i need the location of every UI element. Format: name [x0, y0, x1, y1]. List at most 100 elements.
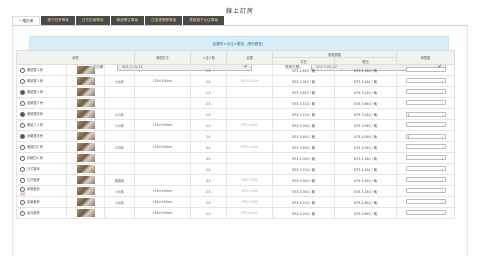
- room-name-cell[interactable]: 景緻四人房: [16, 152, 67, 164]
- table-row: 雅致三人房 2小床 120×190cm 2人 NT$ 4,800 NT$ 3,000 / …: [16, 119, 456, 131]
- qty-select[interactable]: ⌄: [405, 89, 446, 94]
- tab-student[interactable]: 暢遊學生專案: [110, 16, 145, 25]
- room-photo[interactable]: [76, 143, 95, 151]
- radio-icon[interactable]: [20, 100, 25, 106]
- qty-select[interactable]: ⌄: [405, 166, 446, 171]
- radio-icon[interactable]: [20, 155, 25, 161]
- room-photo[interactable]: [76, 99, 95, 107]
- room-photo[interactable]: [76, 88, 95, 96]
- qty-select[interactable]: 1 ⌄: [405, 133, 446, 139]
- radio-icon[interactable]: [20, 166, 25, 172]
- radio-icon[interactable]: [20, 186, 25, 192]
- radio-icon[interactable]: [20, 111, 25, 117]
- room-name-cell[interactable]: 雅致四人房: [16, 141, 67, 153]
- radio-icon[interactable]: [20, 67, 25, 73]
- qty-select[interactable]: 1 ⌄: [405, 111, 446, 117]
- qty-select[interactable]: ⌄: [405, 100, 446, 105]
- qty-cell: 1 ⌄: [396, 130, 456, 142]
- bed-size: 150×190cm: [134, 141, 192, 153]
- room-photo[interactable]: [76, 209, 95, 217]
- room-name-cell[interactable]: 雅致雙人房: [16, 75, 67, 87]
- qty-select[interactable]: ⌄: [405, 210, 446, 215]
- room-photo[interactable]: [76, 66, 95, 74]
- room-name-cell[interactable]: 日式客房: [16, 163, 67, 175]
- room-name: 蜜月套房: [27, 211, 40, 216]
- room-name-cell[interactable]: 蜜月套房: [16, 207, 67, 219]
- room-name-cell[interactable]: 日式套房: [16, 174, 67, 186]
- radio-icon[interactable]: [20, 144, 25, 150]
- qty-cell: ⌄: [396, 75, 456, 87]
- table-row: 景緻四人房 4人 NT$ 4,000 / 晚 NT$ 4,560 / 晚 ⌄: [16, 152, 456, 164]
- qty-select[interactable]: ⌄: [405, 188, 446, 193]
- qty-select[interactable]: ⌄: [405, 67, 446, 72]
- qty-value: 1: [407, 112, 410, 117]
- holiday-price: NT$ 3,160 / 晚: [334, 86, 398, 98]
- qty-cell: ⌄: [396, 207, 456, 219]
- room-name-cell[interactable]: 雅致三人房: [16, 119, 67, 131]
- tab-meal[interactable]: 住宿連開餐專案: [145, 16, 183, 25]
- radio-icon[interactable]: [20, 177, 25, 183]
- col-weekday: 平日: [272, 57, 336, 65]
- bed-type: [103, 130, 136, 142]
- room-photo[interactable]: [76, 187, 95, 195]
- bed-size: 180×190cm: [134, 207, 192, 219]
- qty-select[interactable]: ⌄: [405, 144, 446, 149]
- qty-cell: ⌄: [396, 174, 456, 186]
- radio-icon[interactable]: [20, 78, 25, 84]
- bed-size: 180×190cm: [134, 196, 192, 208]
- chevron-down-icon: ⌄: [441, 135, 444, 139]
- qty-select[interactable]: ⌄: [405, 122, 446, 127]
- room-name-cell[interactable]: 雅致雙床房: [16, 108, 67, 120]
- table-row: 日式客房 2人 NT$ 3,700 / 晚 NT$ 4,260 / 晚 ⌄: [16, 163, 456, 175]
- full-price: [226, 152, 274, 164]
- radio-icon[interactable]: [20, 199, 25, 205]
- tab-family-season[interactable]: 親子四季專案: [41, 16, 75, 25]
- room-photo-cell: [66, 97, 105, 109]
- qty-select[interactable]: ⌄: [405, 177, 446, 182]
- weekday-price: NT$ 4,000 / 晚: [272, 152, 336, 164]
- room-name-cell[interactable]: 雅致雙人房: [16, 86, 67, 98]
- weekday-price: NT$ 3,900 / 晚: [272, 185, 336, 197]
- room-photo-cell: [66, 163, 105, 175]
- full-price: NT$ 4,800: [226, 119, 274, 131]
- tab-japanese[interactable]: 日式柏城專案: [75, 16, 110, 25]
- weekday-price: NT$ 3,600 / 晚: [272, 130, 336, 142]
- col-holiday: 假日: [334, 57, 398, 65]
- radio-icon[interactable]: [20, 133, 25, 139]
- weekday-price: NT$ 2,850 / 晚: [272, 86, 336, 98]
- room-name: 雅致雙人房: [27, 68, 43, 73]
- room-photo[interactable]: [76, 165, 95, 173]
- holiday-price: NT$ 4,060 / 晚: [334, 130, 398, 142]
- room-photo[interactable]: [76, 176, 95, 184]
- qty-value: 1: [407, 134, 410, 139]
- table-row: 雅致雙人房 1大床 150×190cm 2人 NT$ 4,200 NT$ 2,950 / …: [16, 75, 456, 87]
- radio-icon[interactable]: [20, 89, 25, 95]
- tab-winter-family[interactable]: 寒假親子合住專案: [183, 16, 224, 25]
- room-photo[interactable]: [76, 132, 95, 140]
- room-name-cell[interactable]: 景緻雙人房: [16, 97, 67, 109]
- full-price: NT$ 5,800: [226, 174, 274, 186]
- radio-icon[interactable]: [20, 122, 25, 128]
- weekday-price: NT$ 3,000 / 晚: [272, 119, 336, 131]
- room-photo[interactable]: [76, 154, 95, 162]
- holiday-price: NT$ 3,460 / 晚: [334, 75, 398, 87]
- weekday-price: NT$ 4,200 / 晚: [272, 196, 336, 208]
- room-name-cell[interactable]: 精緻套房 豪華: [16, 185, 67, 197]
- qty-select[interactable]: ⌄: [405, 78, 446, 83]
- room-photo[interactable]: [76, 77, 95, 85]
- qty-select[interactable]: ⌄: [405, 155, 446, 160]
- holiday-price: NT$ 3,660 / 晚: [334, 97, 398, 109]
- room-name-cell[interactable]: 雅致雙人房: [16, 64, 67, 76]
- room-photo[interactable]: [76, 110, 95, 118]
- qty-select[interactable]: ⌄: [405, 199, 446, 204]
- room-photo[interactable]: [76, 121, 95, 129]
- col-size: 房間尺寸: [134, 50, 192, 65]
- table-row: 蜜月套房 180×190cm 2人 NT$ 8,000 NT$ 5,200 / 晚 NT$…: [16, 207, 456, 219]
- room-photo[interactable]: [76, 198, 95, 206]
- people-count: 2人: [190, 97, 228, 109]
- room-name-cell[interactable]: 豪華套房: [16, 196, 67, 208]
- radio-icon[interactable]: [20, 210, 25, 216]
- plan-tabs: 一般訂房 親子四季專案 日式柏城專案 暢遊學生專案 住宿連開餐專案 寒假親子合住…: [12, 16, 225, 26]
- room-name-cell[interactable]: 景緻雙床房: [16, 130, 67, 142]
- bed-size: 150×190cm: [134, 185, 192, 197]
